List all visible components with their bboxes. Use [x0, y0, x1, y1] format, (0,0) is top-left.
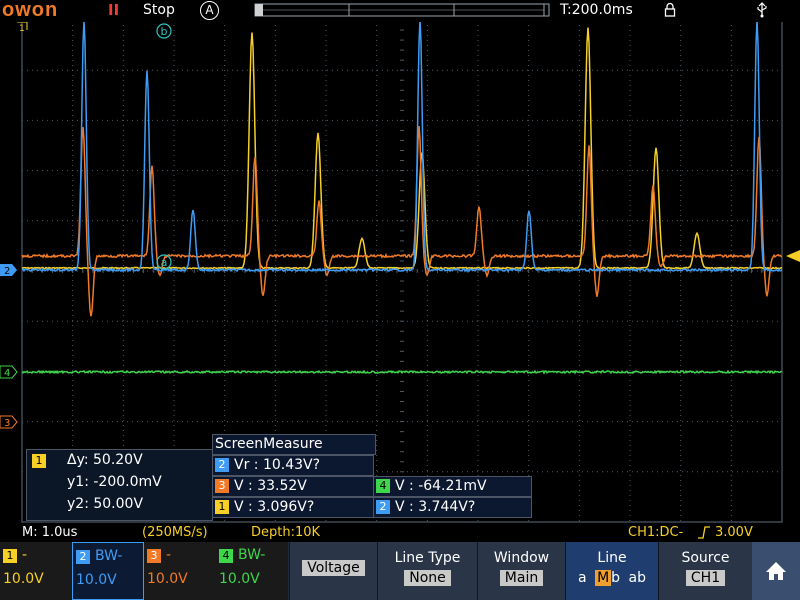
- ch3-badge: 3: [215, 479, 229, 493]
- line-type-button[interactable]: Line Type None: [377, 542, 477, 600]
- cursor-delta-y: Δy: 50.20V: [67, 452, 143, 468]
- screen-measure-row-5: 2 V : 3.744V?: [373, 497, 532, 518]
- cursor-readout: 1 Δy: 50.20V y1: -200.0mV y2: 50.00V: [26, 449, 213, 521]
- screen-measure-row-1: 2 Vr : 10.43V?: [212, 455, 374, 476]
- source-value: CH1: [685, 570, 726, 586]
- ch4-tile[interactable]: 4 BW- 10.0V: [216, 542, 288, 600]
- line-option-b[interactable]: b: [611, 570, 620, 586]
- trigger-level: 3.00V: [715, 525, 753, 540]
- line-type-title: Line Type: [394, 550, 461, 566]
- ch3-number: 3: [147, 549, 161, 563]
- ch1-badge: 1: [215, 500, 229, 514]
- ch2-badge: 2: [215, 458, 229, 472]
- source-button[interactable]: Source CH1: [658, 542, 752, 600]
- timebase-readout: T:200.0ms: [560, 2, 633, 18]
- voltage-button[interactable]: Voltage: [289, 542, 377, 600]
- status-bar: M: 1.0us (250MS/s) Depth:10K CH1:DC- 3.0…: [0, 523, 800, 542]
- cursor-b-label: b: [161, 25, 168, 38]
- ch2-coupling: BW-: [95, 548, 123, 564]
- ch2-level-marker[interactable]: 2: [0, 264, 17, 277]
- screen-measure-row-2: 3 V : 33.52V: [212, 476, 374, 497]
- screen-measure-row-4: 4 V : -64.21mV: [373, 476, 532, 497]
- horizontal-scale: M: 1.0us: [22, 525, 78, 540]
- owon-logo: owon: [2, 0, 59, 21]
- usb-icon: [757, 2, 767, 18]
- ch3-tile[interactable]: 3 - 10.0V: [144, 542, 216, 600]
- line-option-ab[interactable]: ab: [629, 570, 646, 586]
- ch4-level-marker[interactable]: 4: [0, 365, 18, 379]
- ch1-trace: [21, 27, 783, 270]
- ch2-number: 2: [76, 550, 90, 564]
- svg-text:1: 1: [19, 24, 25, 34]
- voltage-label: Voltage: [302, 560, 365, 576]
- sample-rate: (250MS/s): [142, 525, 208, 540]
- memory-position-bar[interactable]: [254, 3, 550, 17]
- screen-measure-title: ScreenMeasure: [212, 434, 376, 455]
- ch2-trace: [21, 18, 783, 273]
- screen-measure-row-3: 1 V : 3.096V?: [212, 497, 374, 518]
- window-value: Main: [499, 570, 544, 586]
- home-icon: [766, 562, 786, 580]
- bottom-menu-bar: 1 - 10.0V 2 BW- 10.0V 3 - 10.0V 4 BW- 10…: [0, 542, 800, 600]
- ch3-coupling: -: [166, 547, 172, 563]
- cursor-y1: y1: -200.0mV: [67, 474, 162, 490]
- cursor-a-label: a: [161, 256, 168, 269]
- ch3-scale: 10.0V: [147, 571, 188, 587]
- line-option-a[interactable]: a: [578, 570, 587, 586]
- measure-value: Vr : 10.43V?: [234, 457, 321, 473]
- line-type-value: None: [404, 570, 451, 586]
- trigger-info: CH1:DC-: [628, 525, 684, 540]
- line-options: a Mb ab: [566, 570, 658, 586]
- cursor-channel-badge: 1: [32, 454, 46, 468]
- waveform-traces: [21, 18, 783, 375]
- measure-value: V : 33.52V: [234, 478, 307, 494]
- source-title: Source: [681, 550, 730, 566]
- oscilloscope-screen: b a 1 2 4 3 owon II Stop A T:200.0ms 1 Δ…: [0, 0, 800, 600]
- svg-text:2: 2: [4, 266, 10, 277]
- ch2-tile[interactable]: 2 BW- 10.0V: [72, 542, 144, 600]
- measure-value: V : -64.21mV: [395, 478, 487, 494]
- ch4-scale: 10.0V: [219, 571, 260, 587]
- measure-value: V : 3.744V?: [395, 499, 476, 515]
- line-title: Line: [597, 550, 627, 566]
- ch1-coupling: -: [22, 547, 28, 563]
- run-state[interactable]: Stop: [143, 2, 175, 18]
- ch4-number: 4: [219, 549, 233, 563]
- pause-icon[interactable]: II: [108, 1, 119, 19]
- top-status-bar: owon II Stop A T:200.0ms: [0, 0, 800, 22]
- ch1-level-marker[interactable]: 1: [17, 21, 28, 34]
- line-button[interactable]: Line a Mb ab: [565, 542, 658, 600]
- ch1-number: 1: [3, 549, 17, 563]
- window-title: Window: [493, 550, 550, 566]
- ch2-badge: 2: [376, 500, 390, 514]
- home-button[interactable]: [752, 542, 800, 600]
- window-button[interactable]: Window Main: [477, 542, 565, 600]
- ch1-tile[interactable]: 1 - 10.0V: [0, 542, 72, 600]
- ch4-badge: 4: [376, 479, 390, 493]
- svg-text:4: 4: [4, 368, 10, 379]
- ch2-scale: 10.0V: [76, 572, 117, 588]
- svg-text:3: 3: [4, 418, 10, 429]
- rising-edge-icon: [698, 526, 710, 539]
- measure-value: V : 3.096V?: [234, 499, 315, 515]
- ch1-scale: 10.0V: [3, 571, 44, 587]
- record-depth: Depth:10K: [251, 525, 321, 540]
- ch4-coupling: BW-: [238, 547, 266, 563]
- cursor-y2: y2: 50.00V: [67, 496, 144, 512]
- trigger-mode-badge[interactable]: A: [200, 1, 219, 20]
- ch3-level-marker[interactable]: 3: [0, 415, 18, 429]
- lock-icon: [664, 3, 676, 17]
- trigger-level-marker[interactable]: [786, 250, 800, 262]
- line-option-m[interactable]: M: [595, 570, 612, 586]
